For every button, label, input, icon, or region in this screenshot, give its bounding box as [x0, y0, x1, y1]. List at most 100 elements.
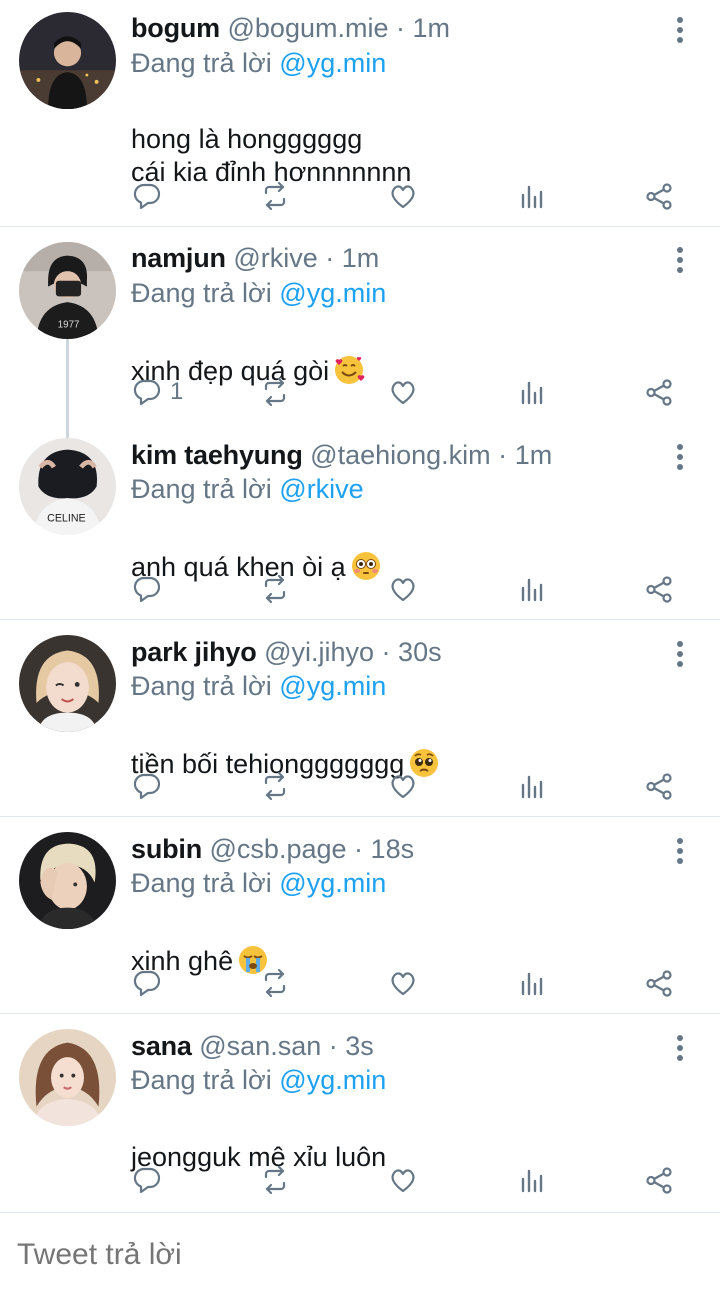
more-options-icon[interactable] — [670, 639, 690, 669]
svg-text:1977: 1977 — [58, 319, 80, 330]
like-button[interactable] — [388, 176, 418, 216]
replying-to-label: Đang trả lời — [131, 48, 272, 78]
retweet-button[interactable] — [260, 569, 290, 609]
analytics-button[interactable] — [516, 963, 546, 1003]
avatar[interactable]: 1977 — [19, 242, 116, 339]
retweet-button[interactable] — [260, 1160, 290, 1200]
reply-button[interactable] — [132, 176, 170, 216]
display-name[interactable]: sana — [131, 1031, 192, 1061]
tweet-actions — [0, 176, 720, 216]
username[interactable]: @san.san — [199, 1031, 321, 1061]
replying-to-label: Đang trả lời — [131, 278, 272, 308]
reply-button[interactable] — [132, 766, 170, 806]
replying-to: Đang trả lời @yg.min — [131, 865, 386, 901]
analytics-button[interactable] — [516, 372, 546, 412]
username[interactable]: @taehiong.kim — [310, 440, 491, 470]
mention-link[interactable]: @yg.min — [279, 671, 386, 701]
mention-link[interactable]: @rkive — [279, 474, 363, 504]
tweet-item[interactable]: sana @san.san · 3s Đang trả lời @yg.min … — [0, 1014, 720, 1211]
share-button[interactable] — [644, 372, 674, 412]
timestamp: 18s — [370, 834, 415, 864]
like-button[interactable] — [388, 569, 418, 609]
share-button[interactable] — [644, 569, 674, 609]
tweet-header: namjun @rkive · 1m — [131, 240, 379, 276]
like-button[interactable] — [388, 1160, 418, 1200]
reply-icon — [132, 771, 162, 801]
retweet-icon — [260, 181, 290, 211]
retweet-button[interactable] — [260, 963, 290, 1003]
like-button[interactable] — [388, 372, 418, 412]
replying-to: Đang trả lời @rkive — [131, 471, 364, 507]
analytics-icon — [516, 574, 546, 604]
username[interactable]: @yi.jihyo — [264, 637, 374, 667]
heart-icon — [388, 574, 418, 604]
mention-link[interactable]: @yg.min — [279, 278, 386, 308]
replying-to: Đang trả lời @yg.min — [131, 275, 386, 311]
share-icon — [644, 771, 674, 801]
share-button[interactable] — [644, 766, 674, 806]
separator-dot: · — [325, 243, 335, 273]
reply-button[interactable] — [132, 569, 170, 609]
tweet-header: park jihyo @yi.jihyo · 30s — [131, 634, 442, 670]
analytics-button[interactable] — [516, 569, 546, 609]
reply-icon — [132, 574, 162, 604]
reply-composer — [0, 1212, 720, 1294]
mention-link[interactable]: @yg.min — [279, 1065, 386, 1095]
retweet-icon — [260, 1165, 290, 1195]
display-name[interactable]: bogum — [131, 13, 220, 43]
analytics-button[interactable] — [516, 1160, 546, 1200]
avatar[interactable] — [19, 635, 116, 732]
retweet-button[interactable] — [260, 176, 290, 216]
analytics-icon — [516, 181, 546, 211]
username[interactable]: @rkive — [233, 243, 317, 273]
more-options-icon[interactable] — [670, 836, 690, 866]
analytics-button[interactable] — [516, 766, 546, 806]
share-button[interactable] — [644, 1160, 674, 1200]
avatar[interactable] — [19, 1029, 116, 1126]
like-button[interactable] — [388, 766, 418, 806]
more-options-icon[interactable] — [670, 1033, 690, 1063]
more-options-icon[interactable] — [670, 245, 690, 275]
replying-to: Đang trả lời @yg.min — [131, 1062, 386, 1098]
heart-icon — [388, 771, 418, 801]
tweet-item[interactable]: 1977 namjun @rkive · 1m Đang trả lời @yg… — [0, 227, 720, 423]
tweet-item[interactable]: bogum @bogum.mie · 1m Đang trả lời @yg.m… — [0, 0, 720, 226]
tweet-item[interactable]: CELINE kim taehyung @taehiong.kim · 1m Đ… — [0, 423, 720, 619]
replying-to-label: Đang trả lời — [131, 868, 272, 898]
avatar[interactable]: CELINE — [19, 438, 116, 535]
share-button[interactable] — [644, 176, 674, 216]
username[interactable]: @csb.page — [210, 834, 347, 864]
mention-link[interactable]: @yg.min — [279, 868, 386, 898]
timestamp: 1m — [412, 13, 451, 43]
separator-dot: · — [354, 834, 364, 864]
replying-to: Đang trả lời @yg.min — [131, 668, 386, 704]
replying-to-label: Đang trả lời — [131, 1065, 272, 1095]
share-button[interactable] — [644, 963, 674, 1003]
replying-to-label: Đang trả lời — [131, 474, 272, 504]
mention-link[interactable]: @yg.min — [279, 48, 386, 78]
retweet-button[interactable] — [260, 766, 290, 806]
retweet-button[interactable] — [260, 372, 290, 412]
reply-button[interactable]: 1 — [132, 372, 183, 412]
more-options-icon[interactable] — [670, 442, 690, 472]
analytics-icon — [516, 1165, 546, 1195]
tweet-item[interactable]: park jihyo @yi.jihyo · 30s Đang trả lời … — [0, 620, 720, 816]
display-name[interactable]: kim taehyung — [131, 440, 303, 470]
heart-icon — [388, 181, 418, 211]
reply-input[interactable] — [17, 1235, 697, 1275]
display-name[interactable]: park jihyo — [131, 637, 257, 667]
more-options-icon[interactable] — [670, 15, 690, 45]
analytics-button[interactable] — [516, 176, 546, 216]
display-name[interactable]: namjun — [131, 243, 226, 273]
tweet-item[interactable]: subin @csb.page · 18s Đang trả lời @yg.m… — [0, 817, 720, 1013]
display-name[interactable]: subin — [131, 834, 202, 864]
tweet-header: kim taehyung @taehiong.kim · 1m — [131, 437, 552, 473]
reply-button[interactable] — [132, 963, 170, 1003]
username[interactable]: @bogum.mie — [228, 13, 389, 43]
reply-button[interactable] — [132, 1160, 170, 1200]
separator-dot: · — [498, 440, 508, 470]
avatar[interactable] — [19, 832, 116, 929]
like-button[interactable] — [388, 963, 418, 1003]
share-icon — [644, 181, 674, 211]
avatar[interactable] — [19, 12, 116, 109]
